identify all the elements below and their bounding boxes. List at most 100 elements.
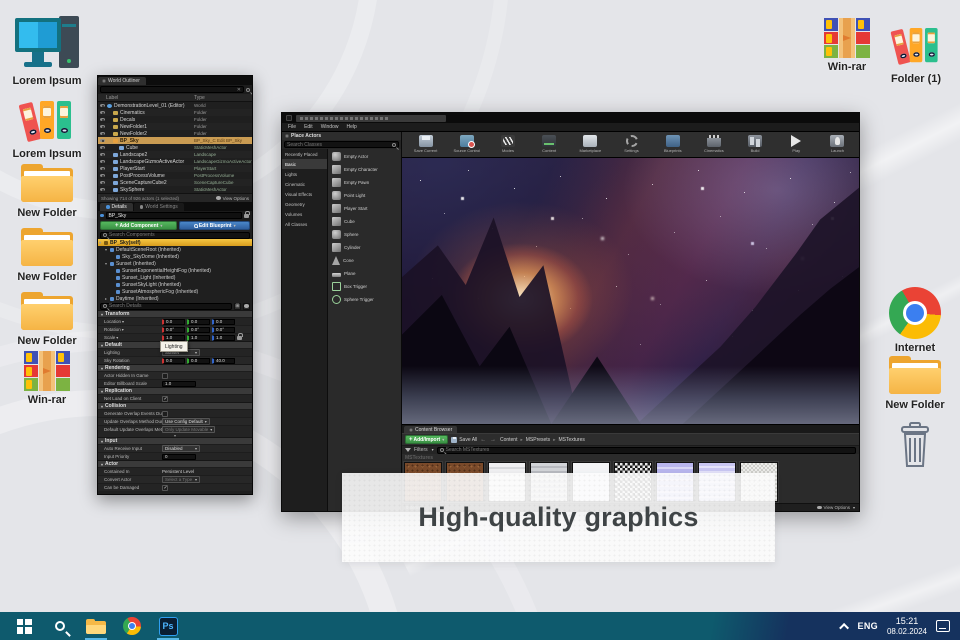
desktop-icon-internet[interactable]: Internet [872,287,958,354]
taskbar-search-button[interactable] [42,612,78,640]
rotation-z-field[interactable]: 0.0° [212,326,235,333]
eye-icon[interactable] [100,110,105,115]
desktop-icon-folder-3[interactable]: New Folder [4,292,90,347]
world-outliner-tab[interactable]: World Outliner [98,77,146,85]
eye-icon[interactable] [100,173,105,178]
taskbar-photoshop-button[interactable]: Ps [150,612,186,640]
outliner-row[interactable]: Cube StaticMeshActor [98,144,252,151]
convert-actor-dropdown[interactable]: Select a Type [162,476,200,483]
outliner-row[interactable]: Landscape2 Landscape [98,151,252,158]
outliner-row[interactable]: PlayerStart PlayerStart [98,165,252,172]
component-row[interactable]: SunsetSkyLight (Inherited) [98,281,252,288]
desktop-icon-folder-2[interactable]: New Folder [4,228,90,283]
breadcrumb-mstextures[interactable]: MSTextures [558,437,584,443]
modes-button[interactable]: Modes [488,134,527,153]
tray-chevron-icon[interactable] [838,622,849,633]
component-row-selected[interactable]: ▾ BP_Sky(self) [98,239,252,246]
lock-icon[interactable] [244,211,250,218]
component-row[interactable]: SunsetExponentialHeightFog (Inherited) [98,267,252,274]
net-load-checkbox[interactable] [162,395,168,402]
place-item[interactable]: Cone [328,254,401,267]
grid-icon[interactable]: ⊞ [234,302,241,310]
viewport[interactable] [402,158,859,424]
eye-icon[interactable] [100,124,105,129]
category-recently-placed[interactable]: Recently Placed [282,149,327,159]
start-button[interactable] [6,612,42,640]
breadcrumb-content[interactable]: Content [500,437,518,443]
section-input[interactable]: Input [98,437,252,444]
column-type[interactable]: Type [194,95,252,101]
place-item[interactable]: Empty Actor [328,150,401,163]
category-geometry[interactable]: Geometry [282,199,327,209]
lock-icon[interactable] [237,333,243,340]
build-button[interactable]: Build [736,134,775,153]
default-overlaps-dropdown[interactable]: Only Update Movable [162,426,216,433]
rotation-y-field[interactable]: 0.0° [187,326,210,333]
editor-titlebar[interactable] [282,113,859,123]
desktop-icon-trash[interactable] [872,422,958,468]
eye-icon[interactable] [100,159,105,164]
content-browser-tab[interactable]: Content Browser [404,426,458,433]
components-search-input[interactable]: Search Components [100,231,250,239]
desktop-icon-folder-right[interactable]: New Folder [872,356,958,411]
place-item[interactable]: Cube [328,215,401,228]
component-row[interactable]: ▾ Sunset (Inherited) [98,260,252,267]
save-all-button[interactable]: Save All [451,436,477,443]
blueprints-button[interactable]: Blueprints [653,134,692,153]
outliner-row[interactable]: Cinematics Folder [98,109,252,116]
tab-world-settings[interactable]: World Settings [133,203,184,211]
rotation-x-field[interactable]: 0.0° [162,326,185,333]
content-button[interactable]: Content [530,134,569,153]
section-transform[interactable]: Transform [98,310,252,317]
eye-icon[interactable] [100,145,105,150]
tab-details[interactable]: Details [100,203,133,211]
eye-icon[interactable] [100,166,105,171]
desktop-icon-winrar[interactable]: Win-rar [4,351,90,406]
filters-button[interactable]: Filters [414,447,428,453]
outliner-row[interactable]: DemonstrationLevel_01 (Editor) World [98,102,252,109]
eye-icon[interactable] [100,152,105,157]
sky-rotation-x-field[interactable]: 0.0 [162,357,185,364]
eye-icon[interactable] [100,103,105,108]
actor-hidden-checkbox[interactable] [162,372,168,379]
section-actor[interactable]: Actor [98,460,252,467]
desktop-icon-computer[interactable]: Lorem Ipsum [4,16,90,87]
outliner-row-selected[interactable]: BP_Sky BP_Sky_C Edit BP_Sky [98,137,252,144]
taskbar-chrome-button[interactable] [114,612,150,640]
location-y-field[interactable]: 0.0 [187,318,210,325]
auto-receive-input-dropdown[interactable]: Disabled [162,445,200,452]
place-item[interactable]: Cylinder [328,241,401,254]
edit-blueprint-button[interactable]: Edit Blueprint [179,221,250,230]
view-options-button[interactable]: View Options [816,505,855,510]
menu-help[interactable]: Help [346,124,356,130]
section-collision[interactable]: Collision [98,402,252,409]
section-replication[interactable]: Replication [98,387,252,394]
scale-x-field[interactable]: 1.0 [162,334,185,341]
place-item[interactable]: Player Start [328,202,401,215]
location-z-field[interactable]: 0.0 [212,318,235,325]
outliner-row[interactable]: Decals Folder [98,116,252,123]
section-rendering[interactable]: Rendering [98,364,252,371]
category-lights[interactable]: Lights [282,169,327,179]
overlap-events-checkbox[interactable] [162,410,168,417]
taskbar-clock[interactable]: 15:21 08.02.2024 [887,616,927,636]
place-item[interactable]: Plane [328,267,401,280]
component-row[interactable]: Sky_SkyDome (Inherited) [98,253,252,260]
notification-center-icon[interactable] [936,620,950,632]
place-item[interactable]: Point Light [328,189,401,202]
input-priority-field[interactable]: 0 [162,453,196,460]
can-be-damaged-checkbox[interactable] [162,484,168,491]
component-row[interactable]: ▾ DefaultSceneRoot (Inherited) [98,246,252,253]
column-label[interactable]: Label [98,95,194,101]
add-component-button[interactable]: Add Component [100,221,178,230]
eye-icon[interactable] [100,131,105,136]
desktop-icon-binders[interactable]: Lorem Ipsum [4,97,90,160]
component-row[interactable]: SunsetAtmosphericFog (Inherited) [98,288,252,295]
location-x-field[interactable]: 0.0 [162,318,185,325]
category-cinematic[interactable]: Cinematic [282,179,327,189]
place-item[interactable]: Box Trigger [328,280,401,293]
category-volumes[interactable]: Volumes [282,209,327,219]
place-item[interactable]: Empty Character [328,163,401,176]
eye-icon[interactable] [243,302,250,310]
add-import-button[interactable]: Add/Import [405,435,449,444]
